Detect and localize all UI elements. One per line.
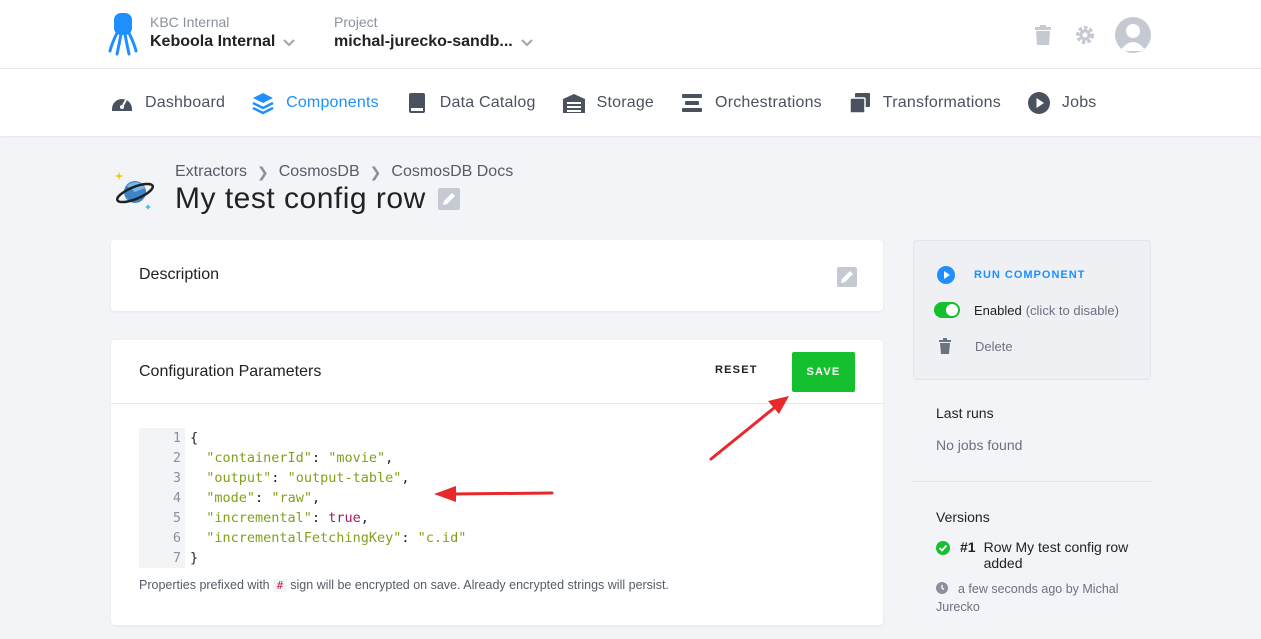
user-avatar[interactable] [1115,17,1151,53]
chevron-down-icon [283,39,296,47]
toggle-switch[interactable] [934,302,960,318]
organization-name: Keboola Internal [150,33,276,50]
json-key: "output" [206,470,272,486]
nav-data-catalog[interactable]: Data Catalog [405,91,536,115]
json-key: "incrementalFetchingKey" [206,530,402,546]
divider [111,403,883,404]
last-runs-empty: No jobs found [936,437,1023,453]
chevron-right-icon: ❯ [257,163,269,180]
last-runs-title: Last runs [936,405,994,421]
line-number: 5 [172,510,181,526]
configuration-card: Configuration Parameters RESET SAVE 1 { 2… [111,340,883,625]
chevron-right-icon: ❯ [369,163,382,180]
code-editor[interactable]: 1{ 2 "containerId": "movie", 3 "output":… [139,428,859,568]
actions-panel: RUN COMPONENT Enabled (click to disable) … [913,240,1151,380]
line-number: 4 [172,490,181,506]
warehouse-icon [562,93,585,113]
user-icon [1120,24,1146,51]
encryption-hint: Properties prefixed with # sign will be en… [139,578,669,592]
version-meta: a few seconds ago by Michal Jurecko [936,582,1119,614]
project-name: michal-jurecko-sandb... [334,33,513,50]
line-number: 2 [172,450,181,466]
line-number: 6 [172,530,181,546]
nav-storage[interactable]: Storage [562,91,654,115]
version-description: Row My test config row added [983,539,1129,571]
organization-switcher[interactable]: KBC Internal Keboola Internal [150,14,297,53]
window-restore-icon [849,92,870,114]
json-key: "mode" [206,490,256,506]
run-component-button[interactable]: RUN COMPONENT [936,265,1085,285]
trash-icon[interactable] [1031,23,1055,47]
json-key: "containerId" [206,450,312,466]
line-number: 7 [172,550,181,566]
bars-icon [682,93,703,112]
json-value: true [328,510,361,526]
versions-title: Versions [936,509,990,525]
nav-transformations[interactable]: Transformations [848,91,1001,115]
divider [913,481,1151,482]
json-value: "movie" [328,450,386,466]
nav-orchestrations[interactable]: Orchestrations [680,91,822,115]
play-circle-icon [937,266,955,284]
breadcrumb-cosmosdb[interactable]: CosmosDB [279,163,360,181]
nav-components[interactable]: Components [251,91,379,115]
trash-icon [939,338,951,354]
configuration-title: Configuration Parameters [139,363,322,380]
book-icon [408,92,425,113]
play-circle-icon [1027,91,1050,114]
description-title: Description [139,266,220,283]
delete-button[interactable]: Delete [936,337,1013,355]
chevron-down-icon [521,39,533,47]
main-navigation: Dashboard Components Data Catalog Storag… [0,69,1261,136]
top-header: KBC Internal Keboola Internal Project mi… [0,0,1261,69]
line-number: 3 [172,470,181,486]
nav-dashboard[interactable]: Dashboard [110,91,225,115]
description-card: Description [111,240,883,311]
edit-icon[interactable] [437,188,460,210]
json-value: "c.id" [417,530,467,546]
breadcrumb: Extractors ❯ CosmosDB ❯ CosmosDB Docs [175,163,513,181]
code-token: { [190,430,199,446]
project-label: Project [334,14,378,30]
gear-icon[interactable] [1073,23,1097,47]
json-value: "output-table" [287,470,402,486]
dashboard-icon [112,98,132,111]
enabled-toggle[interactable]: Enabled (click to disable) [934,302,1119,318]
edit-icon[interactable] [837,267,857,287]
breadcrumb-cosmosdb-docs[interactable]: CosmosDB Docs [391,163,513,181]
cosmosdb-logo-icon [115,172,155,210]
layers-icon [252,92,274,114]
code-token: } [190,550,199,566]
page-title-text: My test config row [175,182,426,215]
check-circle-icon [936,541,950,555]
breadcrumb-extractors[interactable]: Extractors [175,163,247,181]
keboola-logo-icon[interactable] [108,13,138,57]
hash-code: # [272,579,288,592]
clock-icon [936,582,948,594]
version-item[interactable]: #1 Row My test config row added [936,539,1146,571]
version-number: #1 [960,539,976,555]
nav-jobs[interactable]: Jobs [1027,91,1097,115]
json-value: "raw" [271,490,312,506]
page-title: My test config row [175,182,460,216]
line-number: 1 [172,430,181,446]
json-key: "incremental" [206,510,312,526]
reset-button[interactable]: RESET [715,364,758,376]
organization-label: KBC Internal [150,14,230,30]
save-button[interactable]: SAVE [792,352,855,392]
project-switcher[interactable]: Project michal-jurecko-sandb... [334,14,535,53]
